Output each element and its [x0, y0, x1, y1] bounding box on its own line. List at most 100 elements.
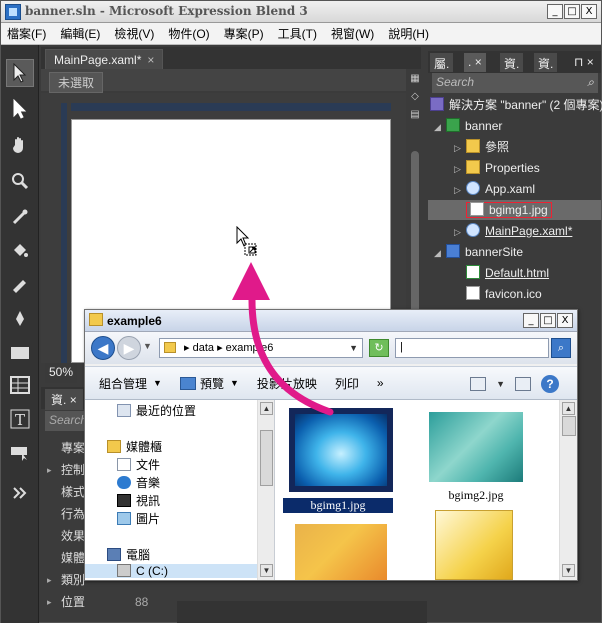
- menu-file[interactable]: 檔案(F): [7, 25, 46, 42]
- file-name-bgimg2[interactable]: bgimg2.jpg: [421, 488, 531, 503]
- scroll-up-arrow-icon[interactable]: ▲: [260, 402, 273, 415]
- direct-selection-tool-icon[interactable]: [6, 95, 34, 123]
- refresh-icon[interactable]: ↻: [369, 339, 389, 357]
- expand-arrow-icon[interactable]: ▷: [454, 159, 466, 179]
- rectangle-tool-icon[interactable]: [6, 339, 34, 367]
- menu-tools[interactable]: 工具(T): [278, 25, 317, 42]
- forward-arrow-icon[interactable]: ▶: [117, 336, 141, 360]
- tree-item-favicon[interactable]: favicon.ico: [466, 284, 542, 304]
- close-button[interactable]: X: [557, 313, 573, 328]
- tab-properties[interactable]: 屬.: [430, 53, 454, 72]
- back-arrow-icon[interactable]: ◀: [91, 336, 115, 360]
- menu-window[interactable]: 視窗(W): [331, 25, 374, 42]
- tab-resources[interactable]: 資.: [500, 53, 524, 72]
- scroll-thumb[interactable]: [562, 416, 576, 436]
- close-button[interactable]: X: [581, 4, 597, 19]
- grid-layout-tool-icon[interactable]: [6, 371, 34, 399]
- menu-project[interactable]: 專案(P): [224, 25, 264, 42]
- minimize-button[interactable]: _: [547, 4, 563, 19]
- control-tool-icon[interactable]: [6, 439, 34, 467]
- menu-view[interactable]: 檢視(V): [114, 25, 154, 42]
- scroll-thumb[interactable]: [260, 430, 273, 486]
- file-thumbnail-bgimg2[interactable]: [429, 412, 523, 482]
- pan-tool-icon[interactable]: [6, 131, 34, 159]
- scroll-up-arrow-icon[interactable]: ▲: [562, 402, 575, 415]
- tab-projects[interactable]: . ×: [464, 53, 486, 72]
- chevron-down-icon[interactable]: ▼: [496, 379, 505, 389]
- file-thumbnail[interactable]: [435, 510, 513, 580]
- scroll-down-arrow-icon[interactable]: ▼: [260, 564, 273, 577]
- list-item[interactable]: ▸ 位置 88: [41, 591, 151, 613]
- expand-arrow-icon[interactable]: ▷: [454, 180, 466, 200]
- slideshow-button[interactable]: 投影片放映: [257, 375, 317, 392]
- breadcrumb-data[interactable]: data: [193, 342, 214, 354]
- minimize-button[interactable]: _: [523, 313, 539, 328]
- history-dropdown-icon[interactable]: ▼: [143, 341, 152, 351]
- help-icon[interactable]: ?: [541, 375, 559, 393]
- project-search-input[interactable]: Search ⌕: [432, 73, 598, 93]
- change-view-icon[interactable]: [470, 377, 487, 391]
- file-area-scrollbar[interactable]: ▲ ▼: [559, 400, 577, 580]
- tree-item-app-xaml[interactable]: ▷ App.xaml: [454, 179, 535, 199]
- assets-expand-icon[interactable]: [6, 479, 34, 507]
- maximize-button[interactable]: □: [540, 313, 556, 328]
- nav-item-computer[interactable]: 電腦: [107, 546, 150, 563]
- tree-item-mainpage[interactable]: ▷ MainPage.xaml*: [454, 221, 572, 241]
- split-view-icon[interactable]: ▤: [409, 109, 421, 121]
- menu-edit[interactable]: 編輯(E): [60, 25, 100, 42]
- selection-tool-icon[interactable]: [6, 59, 34, 87]
- explorer-search-input[interactable]: |: [395, 338, 549, 358]
- paint-bucket-tool-icon[interactable]: [6, 237, 34, 265]
- tab-close-icon[interactable]: ×: [475, 55, 482, 69]
- print-button[interactable]: 列印: [335, 375, 359, 392]
- pin-icon[interactable]: ⊓ ×: [570, 53, 598, 72]
- file-name-bgimg1[interactable]: bgimg1.jpg: [283, 498, 393, 513]
- preview-pane-icon[interactable]: [515, 377, 531, 391]
- nav-item-music[interactable]: 音樂: [117, 474, 160, 491]
- eyedropper-tool-icon[interactable]: [6, 203, 34, 231]
- tree-item-bannersite[interactable]: ◢ bannerSite: [434, 242, 523, 262]
- nav-item-libraries[interactable]: 媒體櫃: [107, 438, 162, 455]
- menu-object[interactable]: 物件(O): [168, 25, 209, 42]
- tab-data[interactable]: 資.: [534, 53, 558, 72]
- expand-arrow-icon[interactable]: ▷: [454, 222, 466, 242]
- tab-close-icon[interactable]: ×: [147, 53, 154, 67]
- tree-item-solution[interactable]: 解決方案 "banner" (2 個專案): [430, 95, 602, 115]
- text-tool-icon[interactable]: T: [6, 405, 34, 433]
- file-thumbnail-bgimg1[interactable]: [289, 408, 393, 492]
- gradient-tool-icon[interactable]: [6, 271, 34, 299]
- tree-item-references[interactable]: ▷ 參照: [454, 137, 509, 157]
- tab-assets-close-icon[interactable]: ×: [70, 393, 77, 407]
- tree-item-properties[interactable]: ▷ Properties: [454, 158, 540, 178]
- maximize-button[interactable]: □: [564, 4, 580, 19]
- nav-item-documents[interactable]: 文件: [117, 456, 160, 473]
- nav-item-c-drive[interactable]: C (C:): [85, 564, 257, 578]
- pen-tool-icon[interactable]: [6, 305, 34, 333]
- expand-arrow-icon[interactable]: ◢: [434, 117, 446, 137]
- more-commands-button[interactable]: »: [377, 376, 384, 390]
- zoom-tool-icon[interactable]: [6, 167, 34, 195]
- chevron-down-icon[interactable]: ▼: [349, 343, 358, 353]
- zoom-level[interactable]: 50%: [45, 363, 78, 383]
- tree-item-bgimg1[interactable]: bgimg1.jpg: [428, 200, 601, 220]
- nav-item-recent[interactable]: 最近的位置: [117, 402, 196, 419]
- search-icon[interactable]: ⌕: [551, 338, 571, 358]
- preview-button[interactable]: 預覽 ▼: [179, 375, 239, 392]
- address-bar[interactable]: ▸ data ▸ example6 ▼: [159, 338, 363, 358]
- expand-arrow-icon[interactable]: ◢: [434, 243, 446, 263]
- menu-help[interactable]: 說明(H): [388, 25, 429, 42]
- tab-mainpage[interactable]: MainPage.xaml* ×: [45, 49, 164, 69]
- expand-arrow-icon[interactable]: ▷: [454, 138, 466, 158]
- file-thumbnail[interactable]: [295, 524, 387, 580]
- organize-button[interactable]: 組合管理 ▼: [99, 375, 162, 392]
- tab-assets[interactable]: 資. ×: [45, 389, 83, 410]
- xaml-view-icon[interactable]: ◇: [409, 91, 421, 103]
- tree-item-default-html[interactable]: Default.html: [466, 263, 549, 283]
- scroll-down-arrow-icon[interactable]: ▼: [562, 564, 575, 577]
- breadcrumb-example6[interactable]: example6: [226, 342, 274, 354]
- nav-item-pictures[interactable]: 圖片: [117, 510, 160, 527]
- design-view-icon[interactable]: ▦: [409, 73, 421, 85]
- nav-pane-scrollbar[interactable]: ▲ ▼: [257, 400, 274, 580]
- tree-item-banner[interactable]: ◢ banner: [434, 116, 502, 136]
- nav-item-videos[interactable]: 視訊: [117, 492, 160, 509]
